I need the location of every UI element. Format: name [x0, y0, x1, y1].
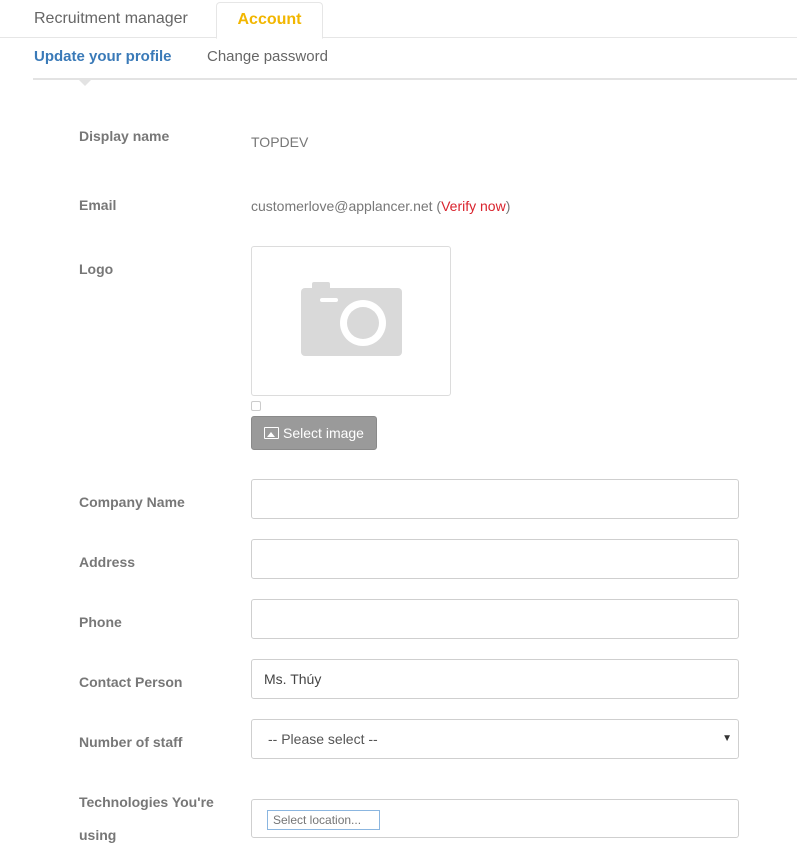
- phone-input[interactable]: [251, 599, 739, 639]
- email-paren-open: (: [432, 198, 442, 214]
- select-image-label: Select image: [283, 425, 364, 441]
- phone-label: Phone: [79, 614, 122, 630]
- contact-person-label: Contact Person: [79, 674, 183, 690]
- subnav-update-profile[interactable]: Update your profile: [34, 48, 172, 65]
- verify-now-link[interactable]: Verify now: [441, 198, 506, 214]
- address-label: Address: [79, 554, 136, 570]
- tab-recruitment-manager[interactable]: Recruitment manager: [34, 0, 188, 37]
- camera-icon: [301, 288, 402, 356]
- company-name-label: Company Name: [79, 494, 185, 510]
- technologies-search-input[interactable]: [267, 810, 380, 830]
- logo-label: Logo: [79, 261, 114, 277]
- email-paren-close: ): [505, 198, 511, 214]
- email-row: customerlove@applancer.net (Verify now): [251, 198, 510, 214]
- number-of-staff-select[interactable]: -- Please select -- ▼: [251, 719, 739, 759]
- number-of-staff-label: Number of staff: [79, 734, 183, 750]
- camera-lens-icon: [340, 300, 386, 346]
- picture-icon: [264, 427, 280, 439]
- tab-account[interactable]: Account: [216, 2, 323, 39]
- contact-person-input[interactable]: [251, 659, 739, 699]
- logo-preview[interactable]: [251, 246, 451, 396]
- display-name-label: Display name: [79, 128, 170, 144]
- logo-remove-checkbox[interactable]: [251, 401, 261, 411]
- number-of-staff-selected: -- Please select --: [268, 731, 378, 747]
- display-name-value: TOPDEV: [251, 134, 309, 150]
- subnav-change-password[interactable]: Change password: [207, 48, 328, 65]
- email-value: customerlove@applancer.net: [251, 198, 433, 214]
- technologies-label-line2: using: [79, 827, 117, 843]
- select-image-button[interactable]: Select image: [251, 416, 377, 450]
- profile-subnav: Update your profile Change password: [33, 38, 797, 86]
- technologies-tag-box[interactable]: [251, 799, 739, 838]
- address-input[interactable]: [251, 539, 739, 579]
- account-settings-page: Recruitment manager Account Update your …: [0, 0, 797, 847]
- camera-flash-icon: [320, 298, 338, 302]
- dropdown-arrow-icon: ▼: [722, 733, 732, 744]
- company-name-input[interactable]: [251, 479, 739, 519]
- technologies-label-line1: Technologies You're: [79, 794, 214, 810]
- active-indicator-caret: [77, 78, 93, 86]
- email-label: Email: [79, 197, 117, 213]
- top-tabs: Recruitment manager Account: [0, 0, 797, 39]
